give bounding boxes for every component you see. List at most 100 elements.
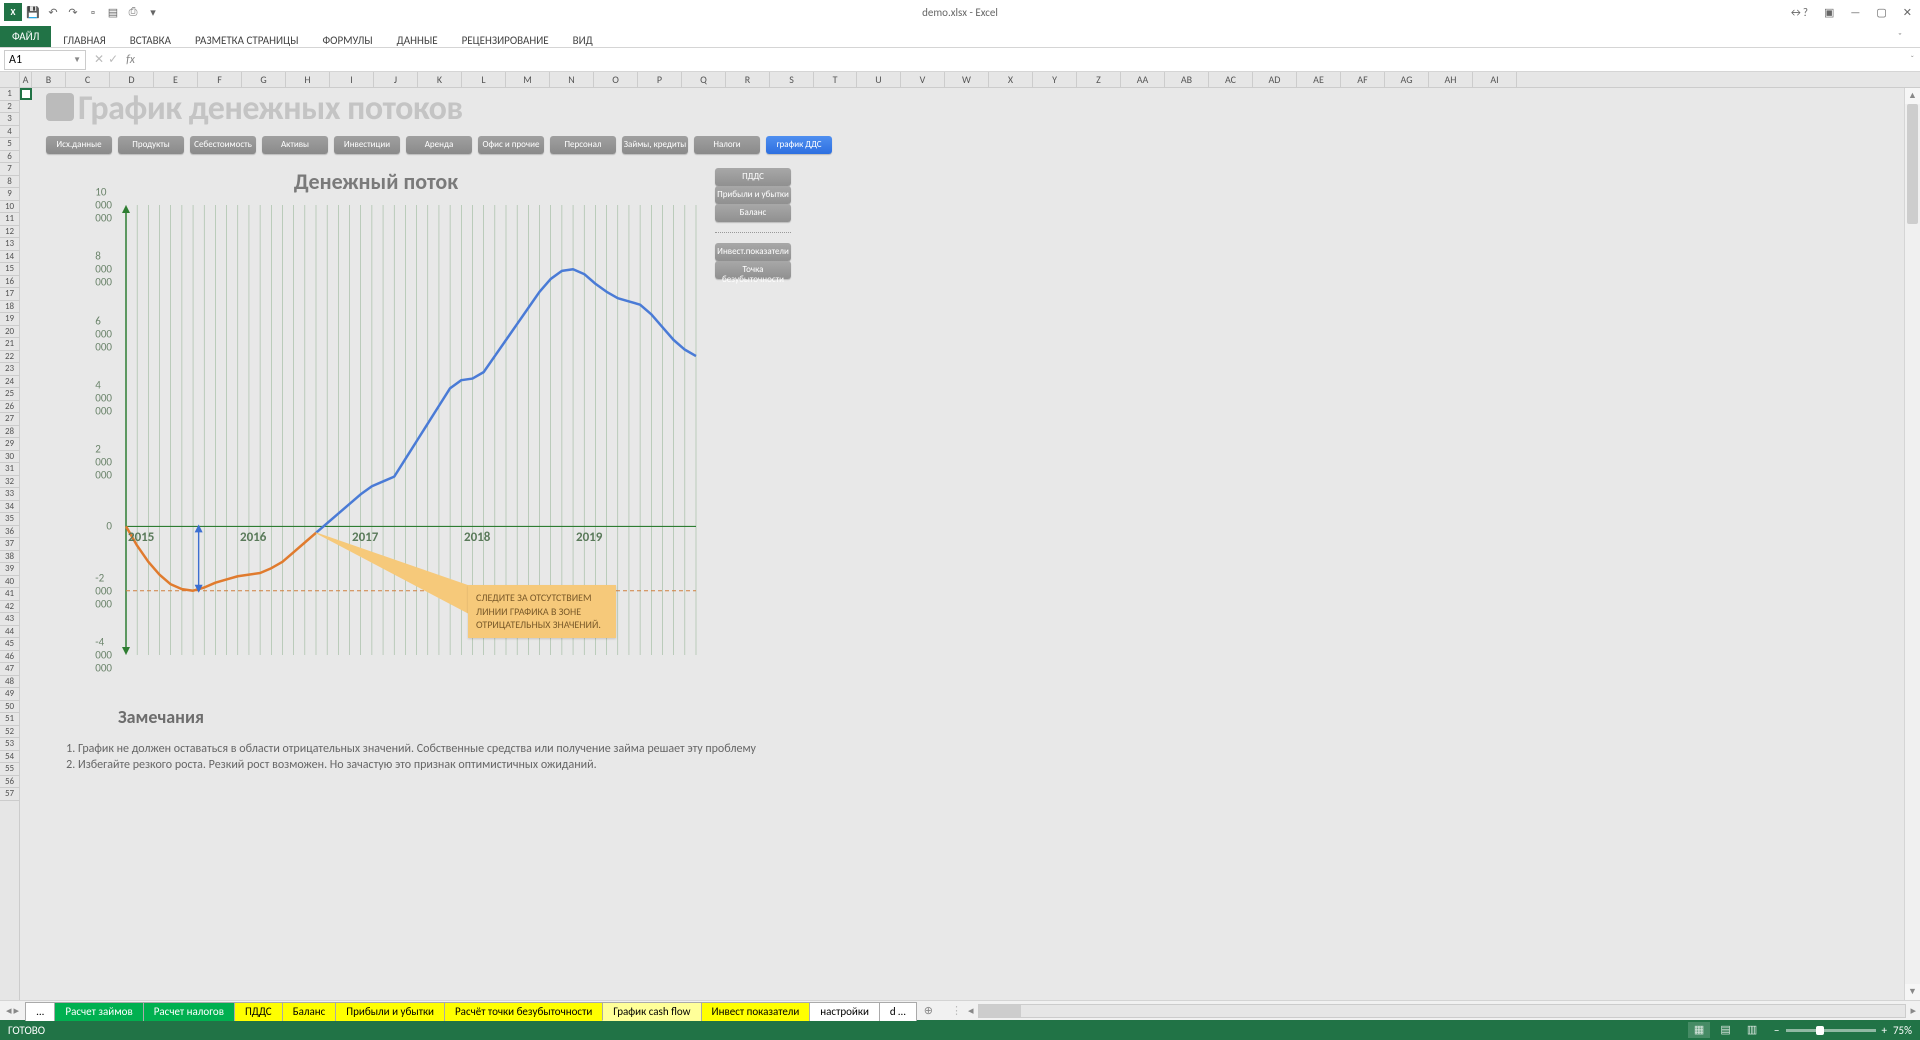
cancel-formula-icon[interactable]: ✕ — [94, 52, 104, 67]
row-24[interactable]: 24 — [0, 376, 19, 389]
zoom-in-icon[interactable]: + — [1882, 1024, 1887, 1037]
row-21[interactable]: 21 — [0, 338, 19, 351]
redo-icon[interactable]: ↷ — [64, 3, 82, 21]
col-Y[interactable]: Y — [1033, 72, 1077, 87]
zoom-level[interactable]: 75% — [1893, 1024, 1912, 1037]
row-37[interactable]: 37 — [0, 538, 19, 551]
col-O[interactable]: O — [594, 72, 638, 87]
scroll-down-icon[interactable]: ▼ — [1905, 984, 1920, 1000]
row-12[interactable]: 12 — [0, 226, 19, 239]
row-39[interactable]: 39 — [0, 563, 19, 576]
view-normal-icon[interactable]: ▦ — [1688, 1022, 1710, 1038]
row-41[interactable]: 41 — [0, 588, 19, 601]
worksheet-grid[interactable]: График денежных потоков Исх.данныеПродук… — [20, 88, 1904, 1000]
tab-вид[interactable]: ВИД — [561, 30, 605, 51]
tab-главная[interactable]: ГЛАВНАЯ — [51, 30, 117, 51]
row-11[interactable]: 11 — [0, 213, 19, 226]
row-45[interactable]: 45 — [0, 638, 19, 651]
open-icon[interactable]: ▤ — [104, 3, 122, 21]
row-56[interactable]: 56 — [0, 776, 19, 789]
vscroll-thumb[interactable] — [1907, 104, 1918, 224]
sheet-tab-5[interactable]: Прибыли и убытки — [335, 1002, 445, 1021]
col-Z[interactable]: Z — [1077, 72, 1121, 87]
ribbon-options-icon[interactable]: ▣ — [1820, 6, 1838, 19]
nav-button-8[interactable]: Займы, кредиты — [622, 136, 688, 154]
nav-button-6[interactable]: Офис и прочие — [478, 136, 544, 154]
zoom-out-icon[interactable]: − — [1774, 1024, 1779, 1037]
row-18[interactable]: 18 — [0, 301, 19, 314]
row-9[interactable]: 9 — [0, 188, 19, 201]
col-U[interactable]: U — [857, 72, 901, 87]
row-14[interactable]: 14 — [0, 251, 19, 264]
col-M[interactable]: M — [506, 72, 550, 87]
col-AG[interactable]: AG — [1385, 72, 1429, 87]
row-44[interactable]: 44 — [0, 626, 19, 639]
tab-данные[interactable]: ДАННЫЕ — [385, 30, 450, 51]
undo-icon[interactable]: ↶ — [44, 3, 62, 21]
col-T[interactable]: T — [814, 72, 857, 87]
sheet-tab-7[interactable]: График cash flow — [602, 1002, 701, 1021]
row-30[interactable]: 30 — [0, 451, 19, 464]
col-N[interactable]: N — [550, 72, 594, 87]
nav-button-0[interactable]: Исх.данные — [46, 136, 112, 154]
row-38[interactable]: 38 — [0, 551, 19, 564]
row-42[interactable]: 42 — [0, 601, 19, 614]
help-icon[interactable]: ↔? — [1785, 6, 1812, 19]
scroll-left-icon[interactable]: ◂ — [964, 1004, 978, 1017]
scroll-up-icon[interactable]: ▲ — [1905, 88, 1920, 104]
row-46[interactable]: 46 — [0, 651, 19, 664]
row-31[interactable]: 31 — [0, 463, 19, 476]
new-icon[interactable]: ▫ — [84, 3, 102, 21]
col-AD[interactable]: AD — [1253, 72, 1297, 87]
row-52[interactable]: 52 — [0, 726, 19, 739]
col-V[interactable]: V — [901, 72, 945, 87]
row-40[interactable]: 40 — [0, 576, 19, 589]
qat-dropdown-icon[interactable]: ▾ — [144, 3, 162, 21]
vertical-scrollbar[interactable]: ▲ ▼ — [1904, 88, 1920, 1000]
save-icon[interactable]: 💾 — [24, 3, 42, 21]
col-AA[interactable]: AA — [1121, 72, 1165, 87]
col-E[interactable]: E — [154, 72, 198, 87]
nav-button-4[interactable]: Инвестиции — [334, 136, 400, 154]
col-H[interactable]: H — [286, 72, 330, 87]
sheet-tab-9[interactable]: настройки — [809, 1002, 880, 1021]
col-AF[interactable]: AF — [1341, 72, 1385, 87]
maximize-icon[interactable]: ▢ — [1872, 6, 1890, 19]
col-F[interactable]: F — [198, 72, 242, 87]
row-10[interactable]: 10 — [0, 201, 19, 214]
sheet-tab-0[interactable]: ... — [25, 1002, 55, 1021]
formula-input[interactable] — [139, 50, 1904, 70]
row-19[interactable]: 19 — [0, 313, 19, 326]
col-D[interactable]: D — [110, 72, 154, 87]
col-AB[interactable]: AB — [1165, 72, 1209, 87]
col-S[interactable]: S — [770, 72, 814, 87]
sheet-tab-6[interactable]: Расчёт точки безубыточности — [444, 1002, 603, 1021]
side-button-a-1[interactable]: Прибыли и убытки — [715, 186, 791, 204]
col-P[interactable]: P — [638, 72, 682, 87]
fx-label[interactable]: fx — [126, 53, 135, 67]
row-22[interactable]: 22 — [0, 351, 19, 364]
scroll-right-icon[interactable]: ▸ — [1906, 1004, 1920, 1017]
row-20[interactable]: 20 — [0, 326, 19, 339]
nav-button-7[interactable]: Персонал — [550, 136, 616, 154]
col-L[interactable]: L — [462, 72, 506, 87]
row-16[interactable]: 16 — [0, 276, 19, 289]
horizontal-scrollbar[interactable]: ⋮ ◂ ▸ — [949, 1004, 1920, 1018]
sheet-tab-2[interactable]: Расчет налогов — [143, 1002, 235, 1021]
nav-button-10[interactable]: график ДДС — [766, 136, 832, 154]
nav-button-1[interactable]: Продукты — [118, 136, 184, 154]
tab-nav-prev-icon[interactable]: ▸ — [14, 1004, 20, 1017]
row-36[interactable]: 36 — [0, 526, 19, 539]
col-K[interactable]: K — [418, 72, 462, 87]
sheet-tab-1[interactable]: Расчет займов — [54, 1002, 143, 1021]
sheet-tab-10[interactable]: d … — [879, 1002, 917, 1021]
row-57[interactable]: 57 — [0, 788, 19, 801]
row-8[interactable]: 8 — [0, 176, 19, 189]
row-13[interactable]: 13 — [0, 238, 19, 251]
row-51[interactable]: 51 — [0, 713, 19, 726]
tab-разметка страницы[interactable]: РАЗМЕТКА СТРАНИЦЫ — [183, 30, 311, 51]
row-28[interactable]: 28 — [0, 426, 19, 439]
row-4[interactable]: 4 — [0, 126, 19, 139]
row-47[interactable]: 47 — [0, 663, 19, 676]
col-B[interactable]: B — [32, 72, 66, 87]
